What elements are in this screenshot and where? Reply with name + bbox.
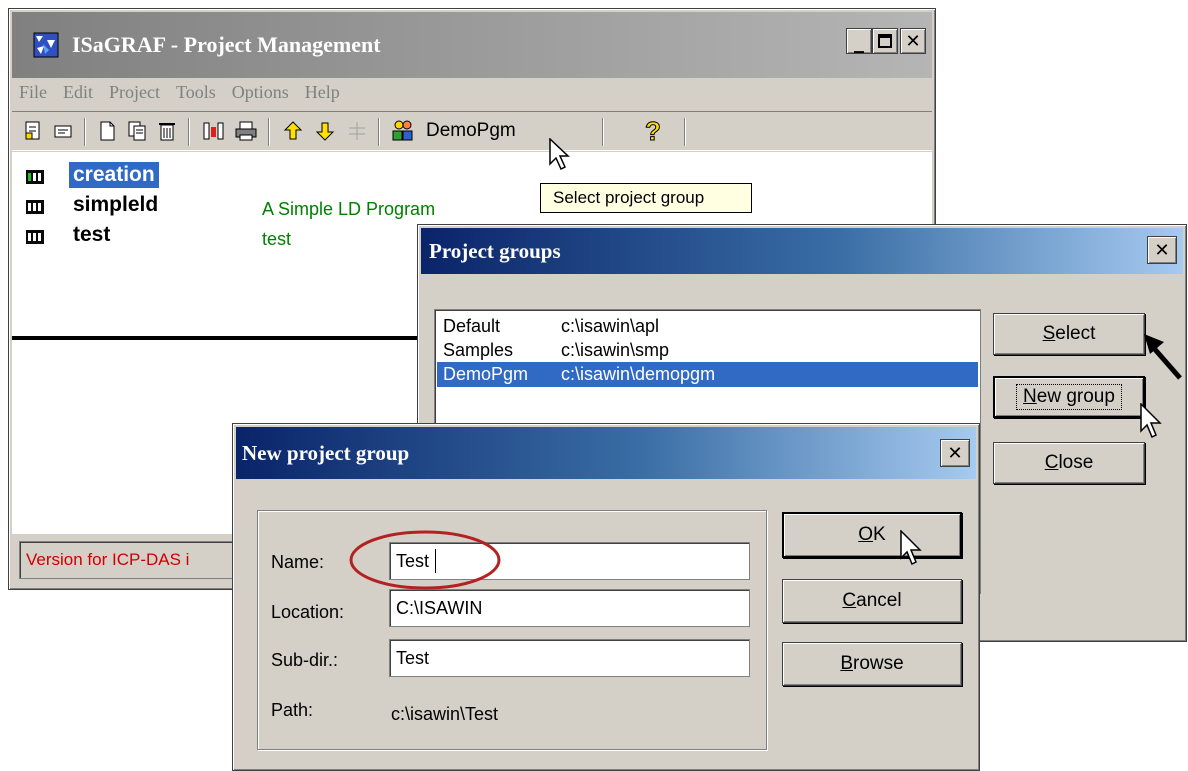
maximize-icon xyxy=(878,34,892,48)
browse-button[interactable]: Browse xyxy=(782,642,962,686)
close-button[interactable]: ✕ xyxy=(1147,236,1177,264)
project-name: creation xyxy=(69,162,159,188)
new-project-icon[interactable] xyxy=(96,120,118,142)
menu-help[interactable]: Help xyxy=(305,82,340,103)
description-icon[interactable] xyxy=(52,120,74,142)
toolbar-separator xyxy=(268,118,270,146)
tooltip-text: Select project group xyxy=(553,188,705,207)
location-label: Location: xyxy=(271,602,345,622)
menu-project[interactable]: Project xyxy=(109,82,160,103)
menu-bar: File Edit Project Tools Options Help xyxy=(19,77,356,107)
project-icon xyxy=(26,230,44,244)
select-button[interactable]: Select xyxy=(993,313,1145,355)
project-name: simpleld xyxy=(73,193,159,216)
toolbar-separator xyxy=(684,118,686,146)
project-comment: A Simple LD Program xyxy=(262,199,436,219)
location-input[interactable]: C:\ISAWIN xyxy=(389,589,750,627)
maximize-button[interactable] xyxy=(872,28,898,54)
minimize-button[interactable]: _ xyxy=(846,28,872,54)
project-icon xyxy=(26,170,44,184)
new-group-button[interactable]: New group xyxy=(993,376,1145,418)
new-group-title: New project group xyxy=(242,440,410,465)
group-path: c:\isawin\demopgm xyxy=(561,364,716,384)
path-label: Path: xyxy=(271,700,314,720)
subdir-input[interactable]: Test xyxy=(389,639,750,677)
project-row[interactable]: simpleld A Simple LD Program xyxy=(12,192,912,220)
list-item[interactable]: DemoPgm c:\isawin\demopgm xyxy=(437,362,978,387)
annotation-arrow xyxy=(1144,334,1182,380)
splitter-line[interactable] xyxy=(12,336,432,340)
close-button[interactable]: ✕ xyxy=(940,439,970,467)
main-window-title: ISaGRAF - Project Management xyxy=(72,32,381,57)
name-label: Name: xyxy=(271,552,325,572)
list-item[interactable]: Default c:\isawin\apl xyxy=(437,314,977,338)
group-name: Default xyxy=(443,316,501,336)
project-groups-title: Project groups xyxy=(429,238,561,263)
status-text: Version for ICP-DAS i xyxy=(26,550,190,569)
project-row[interactable]: test test xyxy=(12,222,412,250)
current-group-name[interactable]: DemoPgm xyxy=(426,120,516,142)
cancel-button[interactable]: Cancel xyxy=(782,579,962,623)
group-path: c:\isawin\apl xyxy=(561,316,660,336)
move-up-icon[interactable] xyxy=(282,120,304,142)
menu-options[interactable]: Options xyxy=(232,82,289,103)
subdir-label: Sub-dir.: xyxy=(271,650,339,670)
isagraf-app-icon xyxy=(32,31,60,59)
ok-button[interactable]: OK xyxy=(782,512,962,558)
group-name: Samples xyxy=(443,340,514,360)
main-title-bar: ISaGRAF - Project Management _ ✕ xyxy=(12,12,932,78)
project-name: test xyxy=(73,223,111,246)
mouse-cursor xyxy=(549,138,570,171)
mouse-cursor xyxy=(900,530,922,566)
project-comment: test xyxy=(262,229,292,249)
tooltip: Select project group xyxy=(540,183,752,213)
group-path: c:\isawin\smp xyxy=(561,340,670,360)
hierarchy-icon[interactable] xyxy=(346,120,368,142)
project-group-icon[interactable] xyxy=(390,118,416,144)
properties-icon[interactable] xyxy=(22,120,44,142)
toolbar-separator xyxy=(188,118,190,146)
project-row[interactable]: creation xyxy=(12,162,412,190)
group-name: DemoPgm xyxy=(443,364,529,384)
new-group-title-bar: New project group ✕ xyxy=(236,427,976,479)
menu-edit[interactable]: Edit xyxy=(63,82,93,103)
new-project-group-dialog: New project group ✕ Name: Test Location:… xyxy=(232,423,980,771)
menu-tools[interactable]: Tools xyxy=(176,82,216,103)
toolbar-separator xyxy=(84,118,86,146)
close-button[interactable]: ✕ xyxy=(900,28,926,54)
project-groups-title-bar: Project groups ✕ xyxy=(421,228,1183,274)
close-dialog-button[interactable]: Close xyxy=(993,442,1145,484)
compare-icon[interactable] xyxy=(202,120,226,142)
help-icon[interactable]: ? xyxy=(642,115,664,146)
delete-project-icon[interactable] xyxy=(156,120,178,142)
toolbar-separator xyxy=(378,118,380,146)
path-value: c:\isawin\Test xyxy=(391,704,499,724)
list-item[interactable]: Samples c:\isawin\smp xyxy=(437,338,977,362)
project-icon xyxy=(26,200,44,214)
move-down-icon[interactable] xyxy=(314,120,336,142)
toolbar-separator xyxy=(602,118,604,146)
toolbar: DemoPgm ? xyxy=(12,111,932,151)
print-icon[interactable] xyxy=(234,120,258,142)
annotation-highlight-ellipse xyxy=(349,530,501,590)
menu-file[interactable]: File xyxy=(19,82,47,103)
copy-project-icon[interactable] xyxy=(126,120,148,142)
mouse-cursor xyxy=(1140,403,1162,439)
